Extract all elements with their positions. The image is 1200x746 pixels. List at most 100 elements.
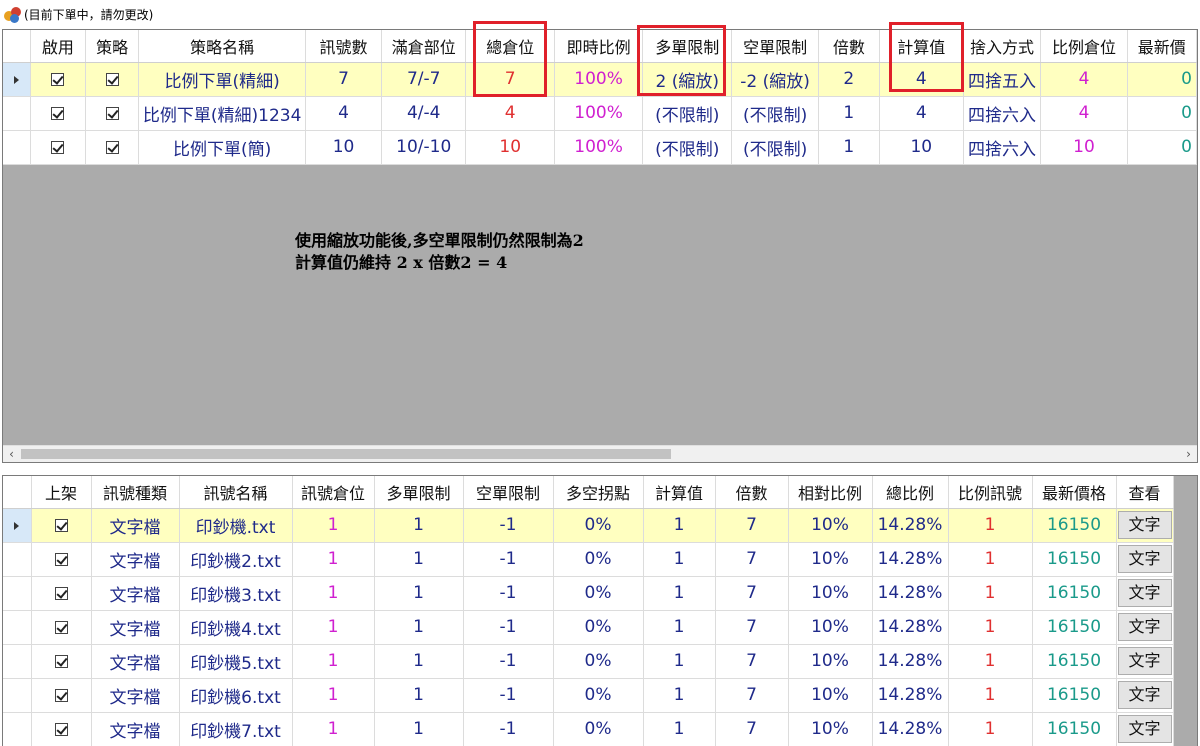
col-header-pivot[interactable]: 多空拐點 bbox=[553, 476, 644, 509]
ratio-signal-cell[interactable]: 1 bbox=[948, 678, 1033, 713]
signal-count-cell[interactable]: 10 bbox=[305, 130, 383, 165]
strategy-name-cell[interactable]: 比例下單(簡) bbox=[138, 130, 306, 165]
checked-checkbox-icon[interactable] bbox=[54, 688, 68, 702]
signal-type-cell[interactable]: 文字檔 bbox=[91, 542, 180, 577]
latest-cell[interactable]: 0 bbox=[1127, 96, 1197, 131]
ratio-position-cell[interactable]: 10 bbox=[1040, 130, 1128, 165]
strategy-row[interactable]: 比例下單(簡) 10 10/-10 10 100% (不限制) (不限制) 1 … bbox=[3, 130, 1197, 165]
signal-position-cell[interactable]: 1 bbox=[292, 542, 375, 577]
total-ratio-cell[interactable]: 14.28% bbox=[872, 678, 949, 713]
short-limit-cell[interactable]: -1 bbox=[463, 576, 554, 611]
col-header-calc-value[interactable]: 計算值 bbox=[643, 476, 716, 509]
checked-checkbox-icon[interactable] bbox=[51, 106, 65, 120]
short-limit-cell[interactable]: -1 bbox=[463, 542, 554, 577]
strategy-row[interactable]: 比例下單(精細)1234 4 4/-4 4 100% (不限制) (不限制) 1… bbox=[3, 96, 1197, 131]
short-limit-cell[interactable]: -1 bbox=[463, 712, 554, 746]
signal-row[interactable]: 文字檔 印鈔機6.txt 1 1 -1 0% 1 7 10% 14.28% 1 … bbox=[3, 678, 1174, 713]
multiplier-cell[interactable]: 7 bbox=[715, 644, 789, 679]
ratio-signal-cell[interactable]: 1 bbox=[948, 712, 1033, 746]
calc-value-cell[interactable]: 1 bbox=[643, 542, 716, 577]
col-header-calc-value[interactable]: 計算值 bbox=[879, 30, 964, 63]
col-header-enable[interactable]: 啟用 bbox=[30, 30, 86, 63]
horizontal-scrollbar[interactable]: ‹ › bbox=[3, 445, 1197, 462]
signal-row[interactable]: 文字檔 印鈔機.txt 1 1 -1 0% 1 7 10% 14.28% 1 1… bbox=[3, 508, 1174, 543]
pivot-cell[interactable]: 0% bbox=[553, 542, 644, 577]
rounding-cell[interactable]: 四捨五入 bbox=[963, 62, 1042, 97]
total-position-cell[interactable]: 4 bbox=[465, 96, 556, 131]
calc-value-cell[interactable]: 10 bbox=[879, 130, 964, 165]
signal-name-cell[interactable]: 印鈔機.txt bbox=[179, 508, 293, 543]
col-header-multiplier[interactable]: 倍數 bbox=[818, 30, 880, 63]
col-header-listed[interactable]: 上架 bbox=[31, 476, 92, 509]
chevron-left-icon[interactable]: ‹ bbox=[3, 446, 20, 462]
col-header-total-ratio[interactable]: 總比例 bbox=[872, 476, 949, 509]
checked-checkbox-icon[interactable] bbox=[54, 722, 68, 736]
signal-position-cell[interactable]: 1 bbox=[292, 678, 375, 713]
latest-price-cell[interactable]: 16150 bbox=[1032, 610, 1117, 645]
calc-value-cell[interactable]: 1 bbox=[643, 508, 716, 543]
long-limit-cell[interactable]: 1 bbox=[374, 644, 464, 679]
multiplier-cell[interactable]: 7 bbox=[715, 678, 789, 713]
checked-checkbox-icon[interactable] bbox=[54, 552, 68, 566]
col-header-signal-position[interactable]: 訊號倉位 bbox=[292, 476, 375, 509]
signal-position-cell[interactable]: 1 bbox=[292, 576, 375, 611]
signal-position-cell[interactable]: 1 bbox=[292, 712, 375, 746]
view-text-button[interactable]: 文字 bbox=[1117, 579, 1172, 607]
signal-name-cell[interactable]: 印鈔機6.txt bbox=[179, 678, 293, 713]
long-limit-cell[interactable]: 1 bbox=[374, 678, 464, 713]
col-header-realtime-ratio[interactable]: 即時比例 bbox=[554, 30, 644, 63]
checked-checkbox-icon[interactable] bbox=[105, 72, 119, 86]
row-header[interactable] bbox=[3, 130, 31, 165]
signal-row[interactable]: 文字檔 印鈔機5.txt 1 1 -1 0% 1 7 10% 14.28% 1 … bbox=[3, 644, 1174, 679]
calc-value-cell[interactable]: 1 bbox=[643, 610, 716, 645]
view-text-button[interactable]: 文字 bbox=[1117, 715, 1172, 743]
col-header-short-limit[interactable]: 空單限制 bbox=[731, 30, 819, 63]
strategy-name-cell[interactable]: 比例下單(精細)1234 bbox=[138, 96, 306, 131]
signal-position-cell[interactable]: 1 bbox=[292, 644, 375, 679]
long-limit-cell[interactable]: 1 bbox=[374, 542, 464, 577]
multiplier-cell[interactable]: 7 bbox=[715, 610, 789, 645]
latest-cell[interactable]: 0 bbox=[1127, 62, 1197, 97]
pivot-cell[interactable]: 0% bbox=[553, 644, 644, 679]
latest-price-cell[interactable]: 16150 bbox=[1032, 508, 1117, 543]
enable-cell[interactable] bbox=[30, 130, 86, 165]
latest-cell[interactable]: 0 bbox=[1127, 130, 1197, 165]
strategy-row[interactable]: 比例下單(精細) 7 7/-7 7 100% 2 (縮放) -2 (縮放) 2 … bbox=[3, 62, 1197, 97]
col-header-strategy[interactable]: 策略 bbox=[85, 30, 140, 63]
enable-cell[interactable] bbox=[30, 96, 86, 131]
view-text-button[interactable]: 文字 bbox=[1117, 613, 1172, 641]
total-ratio-cell[interactable]: 14.28% bbox=[872, 712, 949, 746]
row-header[interactable] bbox=[3, 508, 32, 543]
multiplier-cell[interactable]: 1 bbox=[818, 130, 880, 165]
checked-checkbox-icon[interactable] bbox=[54, 654, 68, 668]
signal-row[interactable]: 文字檔 印鈔機4.txt 1 1 -1 0% 1 7 10% 14.28% 1 … bbox=[3, 610, 1174, 645]
row-header[interactable] bbox=[3, 542, 32, 577]
latest-price-cell[interactable]: 16150 bbox=[1032, 678, 1117, 713]
signal-type-cell[interactable]: 文字檔 bbox=[91, 712, 180, 746]
signal-count-cell[interactable]: 7 bbox=[305, 62, 383, 97]
signal-row[interactable]: 文字檔 印鈔機2.txt 1 1 -1 0% 1 7 10% 14.28% 1 … bbox=[3, 542, 1174, 577]
relative-ratio-cell[interactable]: 10% bbox=[788, 644, 873, 679]
relative-ratio-cell[interactable]: 10% bbox=[788, 712, 873, 746]
strategy-cell[interactable] bbox=[85, 62, 140, 97]
ratio-position-cell[interactable]: 4 bbox=[1040, 62, 1128, 97]
view-text-button[interactable]: 文字 bbox=[1117, 647, 1172, 675]
calc-value-cell[interactable]: 1 bbox=[643, 678, 716, 713]
total-position-cell[interactable]: 10 bbox=[465, 130, 556, 165]
relative-ratio-cell[interactable]: 10% bbox=[788, 508, 873, 543]
total-ratio-cell[interactable]: 14.28% bbox=[872, 576, 949, 611]
multiplier-cell[interactable]: 1 bbox=[818, 96, 880, 131]
row-header[interactable] bbox=[3, 678, 32, 713]
short-limit-cell[interactable]: (不限制) bbox=[731, 130, 819, 165]
total-ratio-cell[interactable]: 14.28% bbox=[872, 644, 949, 679]
multiplier-cell[interactable]: 7 bbox=[715, 508, 789, 543]
col-header-full-position[interactable]: 滿倉部位 bbox=[381, 30, 467, 63]
ratio-signal-cell[interactable]: 1 bbox=[948, 644, 1033, 679]
signal-row[interactable]: 文字檔 印鈔機7.txt 1 1 -1 0% 1 7 10% 14.28% 1 … bbox=[3, 712, 1174, 746]
multiplier-cell[interactable]: 7 bbox=[715, 712, 789, 746]
short-limit-cell[interactable]: -1 bbox=[463, 644, 554, 679]
latest-price-cell[interactable]: 16150 bbox=[1032, 542, 1117, 577]
enable-cell[interactable] bbox=[30, 62, 86, 97]
relative-ratio-cell[interactable]: 10% bbox=[788, 576, 873, 611]
relative-ratio-cell[interactable]: 10% bbox=[788, 542, 873, 577]
